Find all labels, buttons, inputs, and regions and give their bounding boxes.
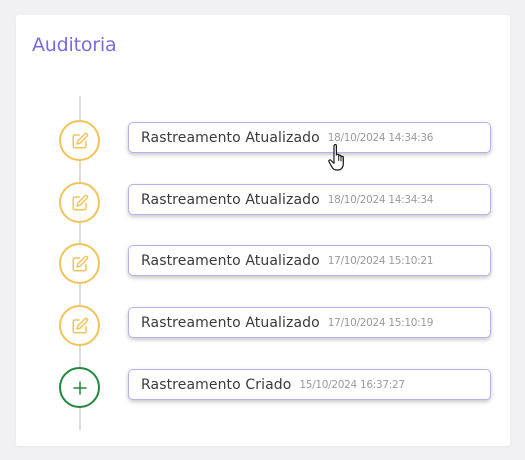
timeline-entry: Rastreamento Atualizado 17/10/2024 15:10… xyxy=(16,243,510,284)
event-timestamp: 17/10/2024 15:10:21 xyxy=(327,254,434,267)
timeline-entry-card[interactable]: Rastreamento Atualizado 18/10/2024 14:34… xyxy=(128,184,491,215)
timeline-marker xyxy=(59,243,100,284)
edit-icon xyxy=(72,132,88,148)
edit-icon xyxy=(72,317,88,333)
timeline-entry: Rastreamento Atualizado 18/10/2024 14:34… xyxy=(16,120,510,161)
timeline-marker xyxy=(59,305,100,346)
event-timestamp: 17/10/2024 15:10:19 xyxy=(327,316,434,329)
audit-panel: Auditoria Rastreamento Atualizado 18/10/… xyxy=(16,15,510,446)
event-timestamp: 18/10/2024 14:34:34 xyxy=(327,193,434,206)
event-label: Rastreamento Atualizado xyxy=(141,191,320,208)
timeline-marker xyxy=(59,182,100,223)
event-label: Rastreamento Atualizado xyxy=(141,129,320,146)
timeline-marker xyxy=(59,367,100,408)
timeline-entry: Rastreamento Atualizado 18/10/2024 14:34… xyxy=(16,182,510,223)
timeline-entry: Rastreamento Criado 15/10/2024 16:37:27 xyxy=(16,367,510,408)
event-label: Rastreamento Atualizado xyxy=(141,252,320,269)
timeline-entry: Rastreamento Atualizado 17/10/2024 15:10… xyxy=(16,305,510,346)
hand-pointer-icon xyxy=(328,144,344,171)
timeline-marker xyxy=(59,120,100,161)
panel-title: Auditoria xyxy=(32,34,117,56)
event-timestamp: 15/10/2024 16:37:27 xyxy=(299,378,405,391)
edit-icon xyxy=(72,194,88,210)
event-timestamp: 18/10/2024 14:34:36 xyxy=(327,131,434,144)
timeline-entry-card[interactable]: Rastreamento Atualizado 17/10/2024 15:10… xyxy=(128,245,491,276)
edit-icon xyxy=(72,255,88,271)
timeline-entry-card[interactable]: Rastreamento Criado 15/10/2024 16:37:27 xyxy=(128,369,491,400)
plus-icon xyxy=(72,380,87,395)
event-label: Rastreamento Atualizado xyxy=(141,314,320,331)
timeline-entry-card[interactable]: Rastreamento Atualizado 18/10/2024 14:34… xyxy=(128,122,491,153)
timeline-entry-card[interactable]: Rastreamento Atualizado 17/10/2024 15:10… xyxy=(128,307,491,338)
event-label: Rastreamento Criado xyxy=(141,376,292,393)
